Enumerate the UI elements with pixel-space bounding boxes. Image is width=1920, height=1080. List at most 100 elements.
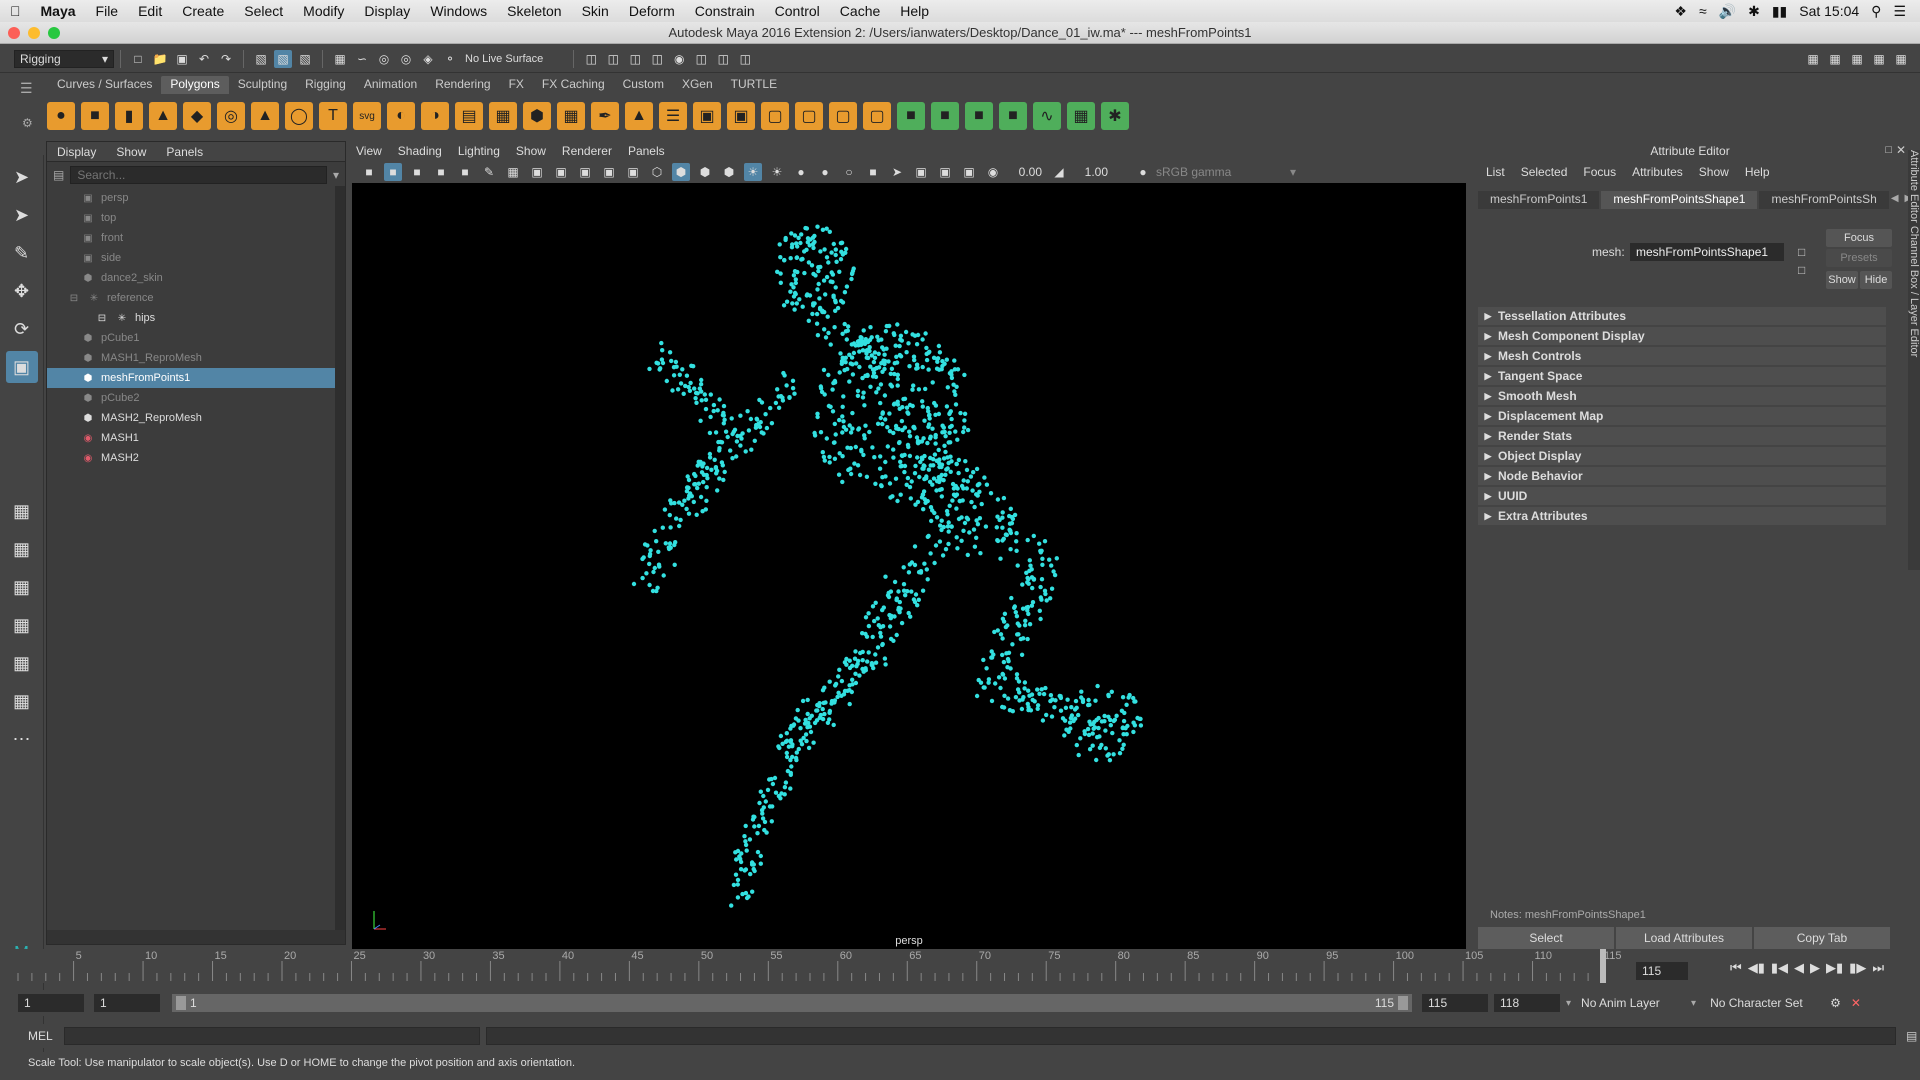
outliner-item[interactable]: ⬢ dance2_skin — [47, 268, 345, 288]
attribute-section[interactable]: ▶ Smooth Mesh — [1478, 387, 1886, 405]
ae-tab-meshfrompointssh[interactable]: meshFromPointsSh — [1759, 191, 1889, 209]
viewport-menu-view[interactable]: View — [348, 144, 390, 158]
range-handle-left[interactable] — [176, 996, 186, 1010]
viewport-menu-lighting[interactable]: Lighting — [450, 144, 508, 158]
filter-icon[interactable]: ▤ — [53, 168, 64, 182]
attribute-section[interactable]: ▶ Mesh Component Display — [1478, 327, 1886, 345]
tab-scroll-left-icon[interactable]: ◀ — [1891, 191, 1899, 209]
outliner-item[interactable]: ◉ MASH2 — [47, 448, 345, 468]
hide-button[interactable]: Hide — [1860, 271, 1892, 289]
ae-tab-meshfrompoints[interactable]: meshFromPoints1 — [1478, 191, 1600, 209]
extrude-icon[interactable]: ▲ — [625, 102, 653, 130]
tool-settings-icon[interactable]: ▦ — [1848, 50, 1866, 68]
outliner-item[interactable]: ⬢ MASH2_ReproMesh — [47, 408, 345, 428]
shelf-tab-sculpting[interactable]: Sculpting — [229, 76, 296, 94]
xray-icon[interactable]: ▣ — [912, 163, 930, 181]
viewport-menu-panels[interactable]: Panels — [620, 144, 673, 158]
menu-modify[interactable]: Modify — [293, 3, 354, 19]
select-component-icon[interactable]: ▧ — [296, 50, 314, 68]
attribute-section[interactable]: ▶ Tangent Space — [1478, 367, 1886, 385]
live-surface-icon[interactable]: ⚬ — [441, 50, 459, 68]
snap-point-icon[interactable]: ◎ — [375, 50, 393, 68]
toggle-panel-icon-2[interactable]: ◫ — [714, 50, 732, 68]
outliner-menu-show[interactable]: Show — [106, 145, 156, 159]
poly-sphere-icon[interactable]: ● — [47, 102, 75, 130]
ae-tab-meshfrompointsshape[interactable]: meshFromPointsShape1 — [1601, 191, 1758, 209]
volume-icon[interactable]: 🔊 — [1719, 3, 1736, 20]
xray-active-icon[interactable]: ▣ — [960, 163, 978, 181]
ae-menu-help[interactable]: Help — [1737, 165, 1778, 179]
poly-plane-icon[interactable]: ◆ — [183, 102, 211, 130]
snap-curve-icon[interactable]: ∽ — [353, 50, 371, 68]
outliner-menu-display[interactable]: Display — [47, 145, 106, 159]
playback-start-field[interactable]: 1 — [94, 994, 160, 1012]
go-to-input-icon[interactable]: □ — [1798, 245, 1805, 259]
motion-blur-icon[interactable]: ● — [816, 163, 834, 181]
uv-cylindrical-icon[interactable]: ■ — [965, 102, 993, 130]
shelf-tab-turtle[interactable]: TURTLE — [722, 76, 786, 94]
color-space-dropdown[interactable]: sRGB gamma ▾ — [1156, 165, 1296, 179]
mirror-icon[interactable]: ✒ — [591, 102, 619, 130]
close-window-button[interactable] — [8, 27, 20, 39]
character-set-dropdown[interactable]: No Character Set — [1710, 996, 1820, 1010]
wifi-icon[interactable]: ≈ — [1699, 3, 1707, 19]
outliner-search-input[interactable] — [70, 166, 327, 184]
ambient-occlusion-icon[interactable]: ● — [792, 163, 810, 181]
select-hierarchy-icon[interactable]: ▧ — [252, 50, 270, 68]
menu-skeleton[interactable]: Skeleton — [497, 3, 571, 19]
menu-create[interactable]: Create — [172, 3, 234, 19]
playback-end-field[interactable]: 115 — [1422, 994, 1488, 1012]
go-to-output-icon[interactable]: □ — [1798, 263, 1805, 277]
render-frame-icon[interactable]: ◫ — [604, 50, 622, 68]
extract-icon[interactable]: ▤ — [455, 102, 483, 130]
shelf-tab-fx[interactable]: FX — [500, 76, 533, 94]
outliner-toggle-icon[interactable]: ▦ — [1892, 50, 1910, 68]
dropbox-icon[interactable]: ❖ — [1674, 3, 1687, 20]
outliner-menu-panels[interactable]: Panels — [156, 145, 213, 159]
save-scene-icon[interactable]: ▣ — [173, 50, 191, 68]
mesh-name-field[interactable]: meshFromPointsShape1 — [1630, 243, 1784, 261]
attribute-section[interactable]: ▶ Tessellation Attributes — [1478, 307, 1886, 325]
custom-layout-icon[interactable]: ⋯ — [6, 723, 38, 755]
bookmark-icon[interactable]: ■ — [408, 163, 426, 181]
copy-tab-button[interactable]: Copy Tab — [1754, 927, 1890, 949]
menu-skin[interactable]: Skin — [572, 3, 619, 19]
snap-surface-icon[interactable]: ◈ — [419, 50, 437, 68]
smooth-icon[interactable]: ⬢ — [523, 102, 551, 130]
poly-cone-icon[interactable]: ▲ — [149, 102, 177, 130]
anti-aliasing-icon[interactable]: ○ — [840, 163, 858, 181]
bevel-icon[interactable]: ▣ — [693, 102, 721, 130]
show-button[interactable]: Show — [1826, 271, 1858, 289]
depth-of-field-icon[interactable]: ■ — [864, 163, 882, 181]
wireframe-icon[interactable]: ⬡ — [648, 163, 666, 181]
float-panel-icon[interactable]: □ — [1885, 144, 1892, 156]
apple-icon[interactable]:  — [0, 3, 31, 19]
outliner-item[interactable]: ⬢ meshFromPoints1 — [47, 368, 345, 388]
menu-display[interactable]: Display — [354, 3, 420, 19]
play-forwards-icon[interactable]: ▶ — [1810, 960, 1820, 976]
camera-select-icon[interactable]: ■ — [360, 163, 378, 181]
minimize-window-button[interactable] — [28, 27, 40, 39]
two-d-pan-zoom-icon[interactable]: ■ — [456, 163, 474, 181]
outliner-item[interactable]: ◉ MASH1 — [47, 428, 345, 448]
wireframe-on-shaded-icon[interactable]: ⬢ — [696, 163, 714, 181]
ae-menu-focus[interactable]: Focus — [1575, 165, 1624, 179]
outliner-item[interactable]: ⬢ pCube2 — [47, 388, 345, 408]
ipr-render-icon[interactable]: ◫ — [626, 50, 644, 68]
play-backwards-icon[interactable]: ◀ — [1794, 960, 1804, 976]
outliner-item[interactable]: ⬢ pCube1 — [47, 328, 345, 348]
shelf-tab-rendering[interactable]: Rendering — [426, 76, 499, 94]
resolution-gate-icon[interactable]: ▣ — [552, 163, 570, 181]
range-handle-right[interactable] — [1398, 996, 1408, 1010]
outliner-item[interactable]: ▣ top — [47, 208, 345, 228]
edge-loop-icon[interactable]: ▢ — [795, 102, 823, 130]
render-settings-icon[interactable]: ◫ — [648, 50, 666, 68]
textured-icon[interactable]: ⬢ — [720, 163, 738, 181]
poly-pipe-icon[interactable]: ◯ — [285, 102, 313, 130]
new-scene-icon[interactable]: □ — [129, 50, 147, 68]
bluetooth-icon[interactable]: ✱ — [1748, 3, 1760, 20]
safe-action-icon[interactable]: ▣ — [624, 163, 642, 181]
outliner-item[interactable]: ▣ side — [47, 248, 345, 268]
multi-cut-icon[interactable]: ▢ — [761, 102, 789, 130]
attribute-section[interactable]: ▶ UUID — [1478, 487, 1886, 505]
